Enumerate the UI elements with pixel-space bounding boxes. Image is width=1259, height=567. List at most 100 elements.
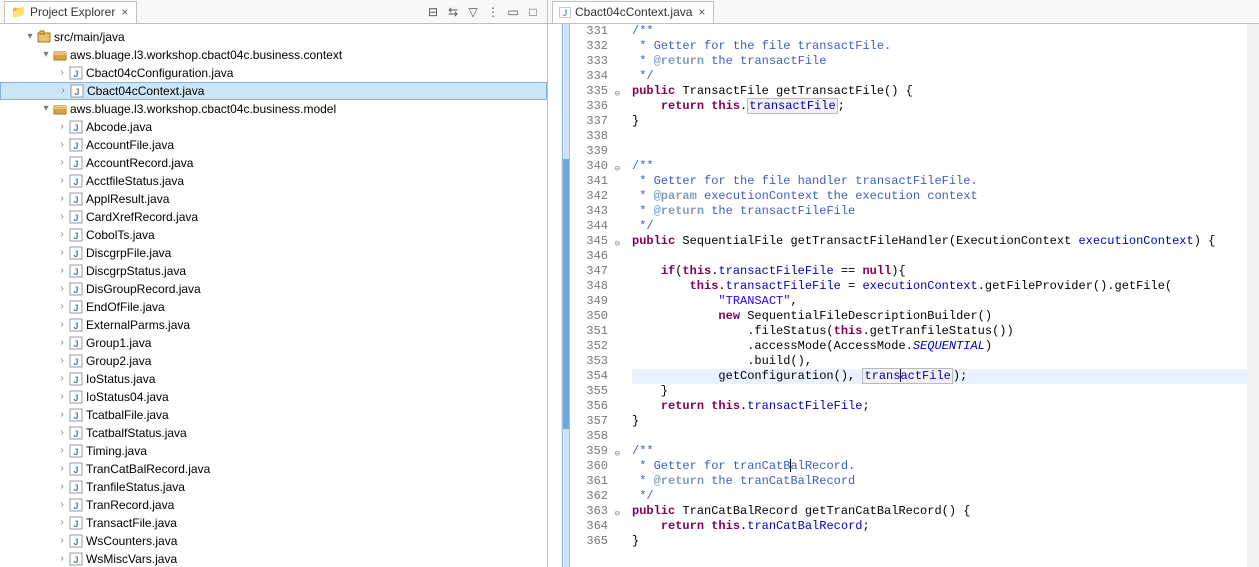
tree-item[interactable]: ›JCbact04cContext.java (0, 82, 547, 100)
expand-arrow-icon[interactable]: › (56, 532, 68, 550)
gutter-line[interactable]: 354 (570, 369, 608, 384)
explorer-tab[interactable]: 📁 Project Explorer × (4, 1, 137, 23)
code-line[interactable]: */ (632, 69, 1247, 84)
gutter-line[interactable]: 346 (570, 249, 608, 264)
code-line[interactable]: getConfiguration(), transactFile); (632, 369, 1247, 384)
code-line[interactable]: /** (632, 444, 1247, 459)
line-gutter[interactable]: 331332333334335⊖336337338339340⊖34134234… (570, 24, 614, 567)
code-line[interactable]: * @return the tranCatBalRecord (632, 474, 1247, 489)
expand-arrow-icon[interactable]: ▾ (40, 100, 52, 118)
expand-arrow-icon[interactable]: › (56, 478, 68, 496)
expand-arrow-icon[interactable]: › (56, 118, 68, 136)
project-tree[interactable]: ▾src/main/java▾aws.bluage.l3.workshop.cb… (0, 24, 547, 567)
tree-item[interactable]: ›JAccountRecord.java (0, 154, 547, 172)
gutter-line[interactable]: 362 (570, 489, 608, 504)
gutter-line[interactable]: 342 (570, 189, 608, 204)
gutter-line[interactable]: 363⊖ (570, 504, 608, 519)
code-line[interactable]: this.transactFileFile = executionContext… (632, 279, 1247, 294)
close-icon[interactable]: × (119, 5, 130, 19)
gutter-line[interactable]: 337 (570, 114, 608, 129)
code-line[interactable]: public TransactFile getTransactFile() { (632, 84, 1247, 99)
tree-item[interactable]: ›JEndOfFile.java (0, 298, 547, 316)
code-line[interactable]: } (632, 414, 1247, 429)
tree-item[interactable]: ›JWsCounters.java (0, 532, 547, 550)
tree-item[interactable]: ›JTranCatBalRecord.java (0, 460, 547, 478)
expand-arrow-icon[interactable]: › (56, 64, 68, 82)
gutter-line[interactable]: 348 (570, 279, 608, 294)
tree-item[interactable]: ›JTcatbalFile.java (0, 406, 547, 424)
code-line[interactable]: * Getter for the file transactFile. (632, 39, 1247, 54)
expand-arrow-icon[interactable]: › (56, 406, 68, 424)
tree-item[interactable]: ›JApplResult.java (0, 190, 547, 208)
collapse-all-icon[interactable]: ⊟ (425, 4, 441, 20)
expand-arrow-icon[interactable]: ▾ (40, 46, 52, 64)
expand-arrow-icon[interactable]: › (56, 298, 68, 316)
code-area[interactable]: /** * Getter for the file transactFile. … (614, 24, 1247, 567)
code-line[interactable]: */ (632, 489, 1247, 504)
editor-area[interactable]: 331332333334335⊖336337338339340⊖34134234… (548, 24, 1259, 567)
expand-arrow-icon[interactable]: › (56, 352, 68, 370)
tree-item[interactable]: ›JGroup2.java (0, 352, 547, 370)
tree-item[interactable]: ›JCobolTs.java (0, 226, 547, 244)
tree-item[interactable]: ▾src/main/java (0, 28, 547, 46)
gutter-line[interactable]: 345⊖ (570, 234, 608, 249)
tree-item[interactable]: ›JTranfileStatus.java (0, 478, 547, 496)
expand-arrow-icon[interactable]: › (56, 244, 68, 262)
code-line[interactable]: public SequentialFile getTransactFileHan… (632, 234, 1247, 249)
code-line[interactable] (632, 144, 1247, 159)
tree-item[interactable]: ›JDiscgrpFile.java (0, 244, 547, 262)
gutter-line[interactable]: 355 (570, 384, 608, 399)
expand-arrow-icon[interactable]: › (56, 190, 68, 208)
code-line[interactable]: .fileStatus(this.getTranfileStatus()) (632, 324, 1247, 339)
code-line[interactable]: * Getter for the file handler transactFi… (632, 174, 1247, 189)
code-line[interactable] (632, 129, 1247, 144)
close-icon[interactable]: × (696, 5, 707, 19)
tree-item[interactable]: ›JAcctfileStatus.java (0, 172, 547, 190)
tree-item[interactable]: ›JExternalParms.java (0, 316, 547, 334)
gutter-line[interactable]: 331 (570, 24, 608, 39)
code-line[interactable]: */ (632, 219, 1247, 234)
gutter-line[interactable]: 338 (570, 129, 608, 144)
tree-item[interactable]: ›JWsMiscVars.java (0, 550, 547, 567)
gutter-line[interactable]: 358 (570, 429, 608, 444)
expand-arrow-icon[interactable]: › (56, 496, 68, 514)
gutter-line[interactable]: 356 (570, 399, 608, 414)
code-line[interactable]: public TranCatBalRecord getTranCatBalRec… (632, 504, 1247, 519)
tree-item[interactable]: ›JTranRecord.java (0, 496, 547, 514)
tree-item[interactable]: ›JCbact04cConfiguration.java (0, 64, 547, 82)
gutter-line[interactable]: 365 (570, 534, 608, 549)
gutter-line[interactable]: 341 (570, 174, 608, 189)
code-line[interactable]: } (632, 534, 1247, 549)
code-line[interactable]: * Getter for tranCatBalRecord. (632, 459, 1247, 474)
gutter-line[interactable]: 351 (570, 324, 608, 339)
gutter-line[interactable]: 352 (570, 339, 608, 354)
code-line[interactable]: "TRANSACT", (632, 294, 1247, 309)
expand-arrow-icon[interactable]: › (56, 226, 68, 244)
tree-item[interactable]: ›JTiming.java (0, 442, 547, 460)
tree-item[interactable]: ▾aws.bluage.l3.workshop.cbact04c.busines… (0, 46, 547, 64)
tree-item[interactable]: ›JDisGroupRecord.java (0, 280, 547, 298)
code-line[interactable]: new SequentialFileDescriptionBuilder() (632, 309, 1247, 324)
expand-arrow-icon[interactable]: › (56, 172, 68, 190)
expand-arrow-icon[interactable]: › (56, 460, 68, 478)
gutter-line[interactable]: 334 (570, 69, 608, 84)
gutter-line[interactable]: 359⊖ (570, 444, 608, 459)
expand-arrow-icon[interactable]: › (56, 550, 68, 567)
code-line[interactable]: if(this.transactFileFile == null){ (632, 264, 1247, 279)
gutter-line[interactable]: 357 (570, 414, 608, 429)
tree-item[interactable]: ›JGroup1.java (0, 334, 547, 352)
gutter-line[interactable]: 344 (570, 219, 608, 234)
tree-item[interactable]: ▾aws.bluage.l3.workshop.cbact04c.busines… (0, 100, 547, 118)
gutter-line[interactable]: 361 (570, 474, 608, 489)
code-line[interactable]: return this.tranCatBalRecord; (632, 519, 1247, 534)
expand-arrow-icon[interactable]: › (56, 388, 68, 406)
tree-item[interactable]: ›JIoStatus.java (0, 370, 547, 388)
overview-ruler[interactable] (1247, 24, 1259, 567)
expand-arrow-icon[interactable]: › (56, 442, 68, 460)
code-line[interactable]: /** (632, 24, 1247, 39)
gutter-line[interactable]: 339 (570, 144, 608, 159)
tree-item[interactable]: ›JAbcode.java (0, 118, 547, 136)
expand-arrow-icon[interactable]: › (56, 280, 68, 298)
tree-item[interactable]: ›JDiscgrpStatus.java (0, 262, 547, 280)
editor-tab[interactable]: 🄹 Cbact04cContext.java × (552, 1, 714, 23)
